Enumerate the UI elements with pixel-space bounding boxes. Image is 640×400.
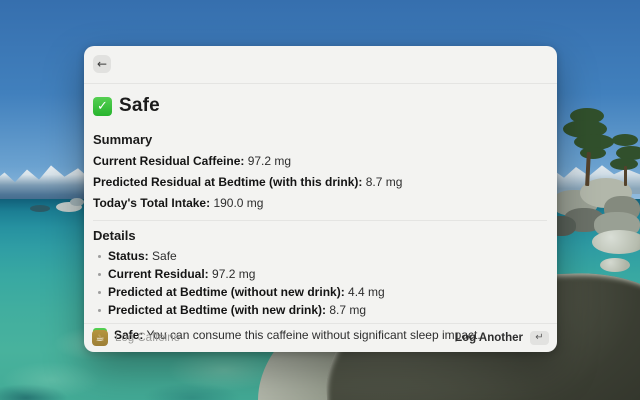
detail-item-status: Status: Safe — [93, 249, 547, 263]
detail-item-current-residual: Current Residual: 97.2 mg — [93, 267, 547, 281]
summary-label: Predicted Residual at Bedtime (with this… — [93, 175, 362, 189]
details-heading: Details — [93, 228, 547, 243]
detail-value: 4.4 mg — [348, 285, 385, 299]
detail-value: 97.2 mg — [212, 267, 255, 281]
log-another-action[interactable]: Log Another — [455, 332, 523, 344]
summary-heading: Summary — [93, 132, 547, 147]
summary-row-predicted-bedtime: Predicted Residual at Bedtime (with this… — [93, 175, 547, 189]
detail-label: Current Residual: — [108, 267, 209, 281]
detail-item-predicted-with: Predicted at Bedtime (with new drink): 8… — [93, 303, 547, 317]
app-name: Log Caffeine — [115, 332, 180, 344]
details-list: Status: Safe Current Residual: 97.2 mg P… — [93, 249, 547, 317]
summary-label: Today's Total Intake: — [93, 196, 210, 210]
detail-item-predicted-without: Predicted at Bedtime (without new drink)… — [93, 285, 547, 299]
app-window: ← ✓ Safe Summary Current Residual Caffei… — [84, 46, 557, 352]
detail-label: Predicted at Bedtime (without new drink)… — [108, 285, 345, 299]
summary-row-current-residual: Current Residual Caffeine: 97.2 mg — [93, 154, 547, 168]
summary-label: Current Residual Caffeine: — [93, 154, 244, 168]
waterline-rock — [30, 205, 50, 212]
summary-value: 190.0 mg — [213, 196, 263, 210]
detail-value: Safe — [152, 249, 177, 263]
summary-value: 97.2 mg — [248, 154, 291, 168]
window-header: ← — [84, 46, 557, 84]
summary-row-total-intake: Today's Total Intake: 190.0 mg — [93, 196, 547, 210]
page-title: Safe — [119, 95, 160, 117]
desktop: ← ✓ Safe Summary Current Residual Caffei… — [0, 0, 640, 400]
page-title-row: ✓ Safe — [93, 95, 547, 117]
coffee-cup-icon: ☕ — [92, 330, 108, 346]
section-divider — [93, 220, 547, 221]
detail-label: Status: — [108, 249, 149, 263]
detail-label: Predicted at Bedtime (with new drink): — [108, 303, 326, 317]
summary-value: 8.7 mg — [366, 175, 403, 189]
waterline-rock — [70, 198, 84, 206]
back-arrow-icon: ← — [97, 57, 107, 71]
detail-value: 8.7 mg — [329, 303, 366, 317]
submerged-boulder — [600, 258, 630, 272]
window-footer: ☕ Log Caffeine Log Another ↵ — [84, 323, 557, 352]
result-detail: ✓ Safe Summary Current Residual Caffeine… — [84, 84, 557, 342]
check-mark-emoji-icon: ✓ — [93, 97, 112, 116]
back-button[interactable]: ← — [93, 55, 111, 73]
submerged-boulder — [592, 230, 640, 254]
return-key-icon[interactable]: ↵ — [530, 331, 549, 345]
